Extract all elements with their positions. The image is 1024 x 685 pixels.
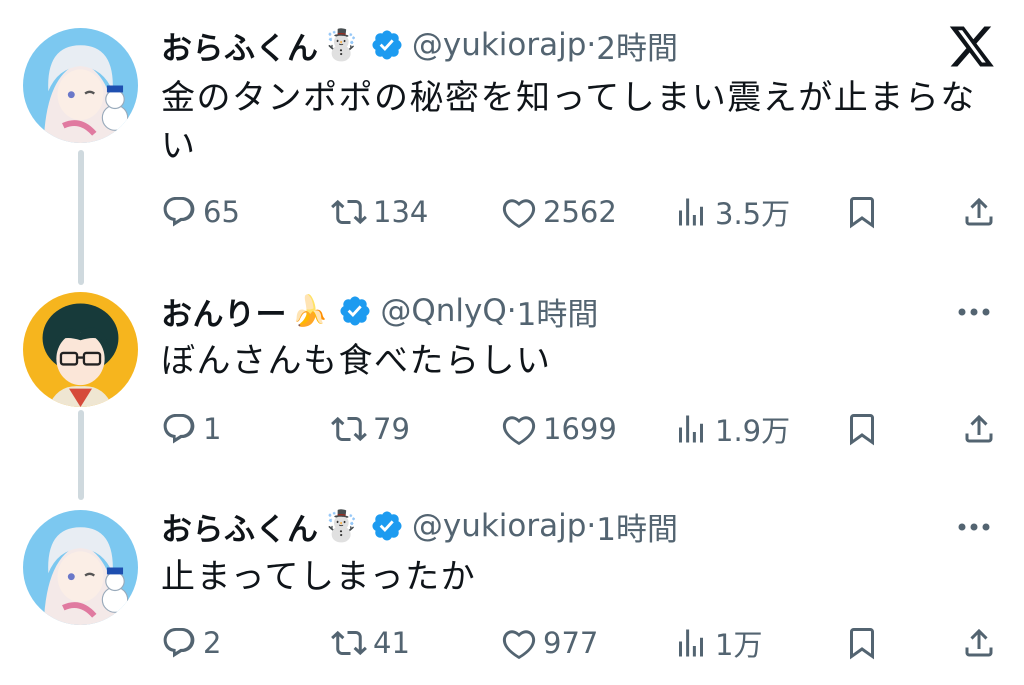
views-button[interactable]: 3.5万 (673, 190, 790, 234)
display-name[interactable]: おんりー (161, 289, 287, 334)
more-icon[interactable] (954, 517, 994, 537)
verified-badge-icon[interactable] (370, 509, 404, 543)
timestamp[interactable]: 2時間 (596, 23, 678, 68)
handle[interactable]: @QnlyQ (380, 293, 506, 329)
tweet-text-line: ぼんさんも食べたらしい (161, 341, 552, 381)
like-button[interactable]: 2562 (501, 190, 617, 234)
action-bar: 1 79 1699 1.9万 (161, 407, 1001, 451)
handle[interactable]: @yukiorajp (412, 508, 587, 544)
bookmark-icon (850, 628, 874, 660)
reply-icon (163, 628, 195, 658)
tweet-header: おらふくん ☃️ @yukiorajp · 1時間 (161, 503, 678, 549)
like-count: 2562 (543, 195, 617, 229)
views-count: 1万 (715, 628, 763, 662)
share-icon (965, 197, 993, 226)
retweet-icon (331, 199, 367, 225)
snowman-emoji: ☃️ (322, 27, 360, 63)
tweet-text-line: い (161, 126, 197, 166)
avatar-onry-image (23, 292, 138, 407)
share-button[interactable] (961, 621, 997, 665)
bookmark-button[interactable] (844, 621, 880, 665)
like-count: 977 (543, 626, 599, 660)
retweet-count: 134 (373, 195, 429, 229)
bookmark-icon (850, 414, 874, 446)
share-button[interactable] (961, 190, 997, 234)
retweet-button[interactable]: 41 (331, 621, 410, 665)
reply-button[interactable]: 1 (161, 407, 221, 451)
snowman-emoji: ☃️ (322, 508, 360, 544)
avatar-orafu[interactable] (23, 510, 138, 625)
share-icon (965, 414, 993, 443)
bookmark-button[interactable] (844, 190, 880, 234)
tweet-text-line: 金のタンポポの秘密を知ってしまい震えが止まらな (161, 78, 976, 118)
display-name[interactable]: おらふくん (161, 504, 319, 549)
retweet-icon (331, 630, 367, 656)
views-button[interactable]: 1万 (673, 621, 762, 665)
tweet-header: おんりー 🍌 @QnlyQ · 1時間 (161, 288, 598, 334)
like-icon (502, 199, 536, 229)
retweet-count: 79 (373, 412, 410, 446)
reply-count: 2 (203, 626, 222, 660)
reply-button[interactable]: 2 (161, 621, 221, 665)
action-bar: 2 41 977 1万 (161, 621, 1001, 665)
tweet-text: ぼんさんも食べたらしい (161, 337, 991, 385)
like-count: 1699 (543, 412, 617, 446)
x-logo-icon[interactable] (948, 22, 996, 70)
like-button[interactable]: 1699 (501, 407, 617, 451)
verified-badge-icon[interactable] (370, 28, 404, 62)
views-count: 1.9万 (715, 414, 791, 448)
views-button[interactable]: 1.9万 (673, 407, 790, 451)
tweet-header: おらふくん ☃️ @yukiorajp · 2時間 (161, 22, 678, 68)
reply-icon (163, 197, 195, 227)
retweet-button[interactable]: 79 (331, 407, 410, 451)
like-button[interactable]: 977 (501, 621, 598, 665)
separator: · (586, 27, 597, 63)
action-bar: 65 134 2562 3.5万 (161, 190, 1001, 234)
verified-badge-icon[interactable] (338, 294, 372, 328)
share-button[interactable] (961, 407, 997, 451)
tweet-text: 金のタンポポの秘密を知ってしまい震えが止まらな い (161, 74, 991, 170)
tweet-text-line: 止まってしまったか (161, 557, 477, 597)
retweet-button[interactable]: 134 (331, 190, 428, 234)
avatar-orafu-image (23, 28, 138, 143)
reply-count: 1 (203, 412, 222, 446)
banana-emoji: 🍌 (291, 293, 329, 329)
share-icon (965, 628, 993, 657)
more-icon[interactable] (954, 302, 994, 322)
thread-line-1 (78, 150, 84, 285)
thread-line-2 (78, 410, 84, 500)
handle[interactable]: @yukiorajp (412, 27, 587, 63)
avatar-orafu-image (23, 510, 138, 625)
retweet-count: 41 (373, 626, 410, 660)
display-name[interactable]: おらふくん (161, 23, 319, 68)
separator: · (506, 293, 517, 329)
timestamp[interactable]: 1時間 (517, 289, 599, 334)
like-icon (502, 416, 536, 446)
reply-button[interactable]: 65 (161, 190, 240, 234)
views-count: 3.5万 (715, 197, 791, 231)
avatar-orafu[interactable] (23, 28, 138, 143)
views-icon (679, 629, 703, 657)
views-icon (679, 415, 703, 443)
bookmark-button[interactable] (844, 407, 880, 451)
reply-icon (163, 414, 195, 444)
like-icon (502, 630, 536, 660)
separator: · (586, 508, 597, 544)
views-icon (679, 198, 703, 226)
avatar-onry[interactable] (23, 292, 138, 407)
reply-count: 65 (203, 195, 240, 229)
tweet-text: 止まってしまったか (161, 553, 991, 601)
retweet-icon (331, 416, 367, 442)
bookmark-icon (850, 197, 874, 229)
timestamp[interactable]: 1時間 (596, 504, 678, 549)
